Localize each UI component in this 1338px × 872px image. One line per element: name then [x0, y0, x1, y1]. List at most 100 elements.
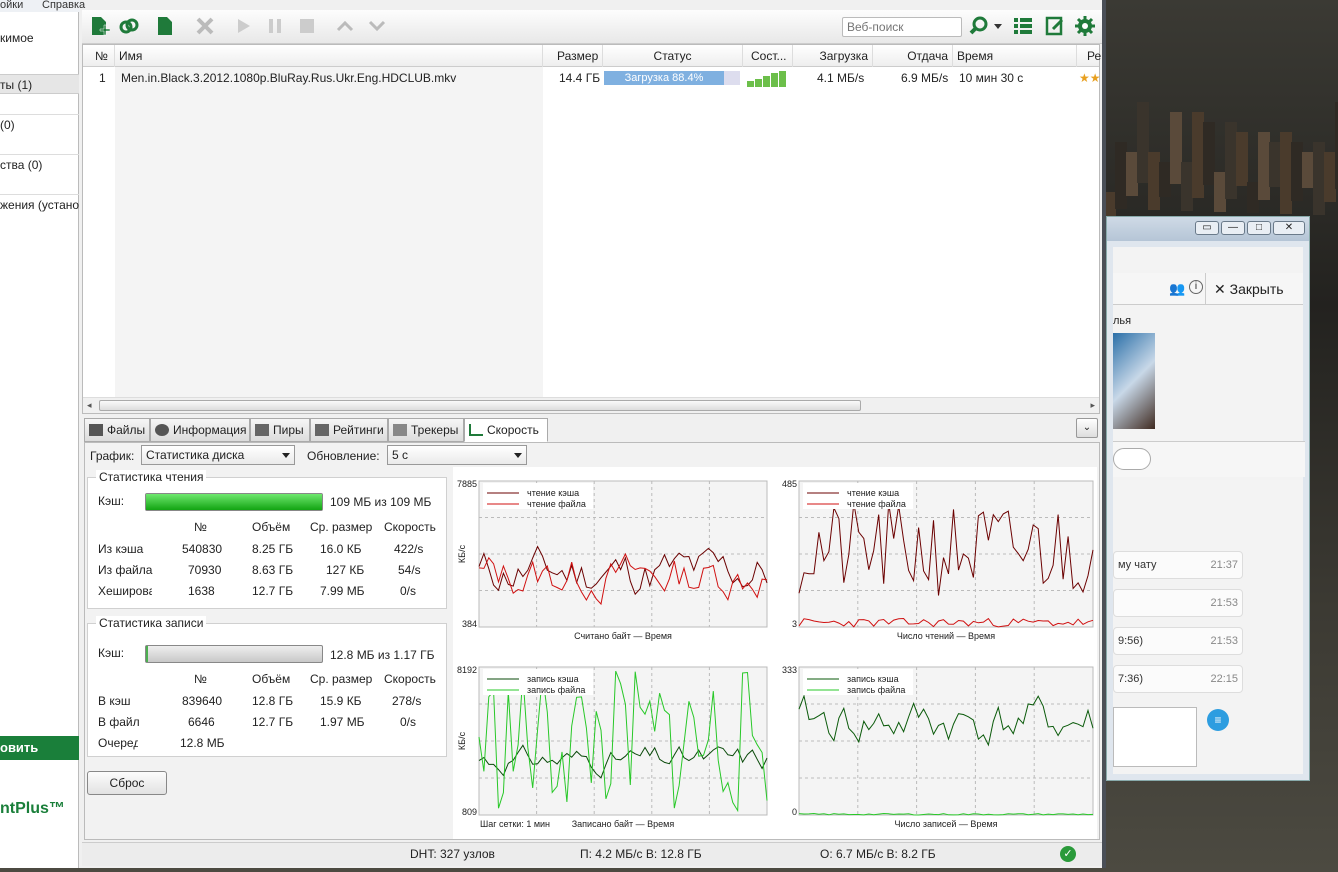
col-upload[interactable]: Отдача: [873, 45, 953, 67]
read-cell: 1638: [188, 584, 215, 598]
y-min-label: 809: [462, 807, 477, 817]
decor-book: [1236, 132, 1248, 186]
move-up-icon[interactable]: [334, 15, 356, 37]
install-button[interactable]: овить: [0, 736, 79, 760]
col-name[interactable]: Имя: [115, 45, 543, 67]
col-size[interactable]: Размер: [543, 45, 603, 67]
row-size: 14.4 ГБ: [559, 71, 601, 85]
tab-peers[interactable]: Пиры: [250, 418, 310, 442]
y-max-label: 485: [782, 479, 797, 489]
x-axis-label: Записано байт — Время: [572, 819, 675, 829]
col-download[interactable]: Загрузка: [793, 45, 873, 67]
chat-message: 7:36) 22:15: [1113, 665, 1243, 693]
write-col: Объём: [252, 672, 291, 686]
send-icon[interactable]: ≡: [1207, 709, 1229, 731]
read-row-label: Хеширование: [98, 584, 152, 598]
read-cell: 7.99 МБ: [320, 584, 365, 598]
write-cell: 6646: [188, 715, 215, 729]
write-cache-bar: [145, 645, 323, 663]
x-axis-label: Число записей — Время: [894, 819, 997, 829]
graph-select[interactable]: Статистика диска: [141, 445, 295, 465]
read-cell: 127 КБ: [326, 563, 365, 577]
move-down-icon[interactable]: [366, 15, 388, 37]
tab-info[interactable]: Информация: [150, 418, 250, 442]
col-time[interactable]: Время: [953, 45, 1077, 67]
statusbar: DHT: 327 узлов П: 4.2 МБ/с В: 12.8 ГБ О:…: [82, 842, 1102, 866]
search-dropdown-icon[interactable]: [994, 24, 1002, 29]
write-row-label: В файл: [98, 715, 140, 729]
signal-icon[interactable]: [1113, 448, 1151, 470]
scroll-right-icon[interactable]: ▸: [1090, 400, 1095, 411]
contacts-icon[interactable]: 👥: [1169, 281, 1185, 297]
info-icon[interactable]: i: [1189, 280, 1203, 294]
create-torrent-icon[interactable]: [154, 15, 176, 37]
col-number[interactable]: №: [83, 45, 115, 67]
chat-input[interactable]: [1113, 707, 1197, 767]
web-search-input[interactable]: [842, 17, 962, 37]
settings-gear-icon[interactable]: [1074, 15, 1096, 37]
horizontal-scrollbar[interactable]: ◂ ▸: [83, 397, 1099, 413]
y-max-label: 8192: [457, 665, 477, 675]
remove-icon[interactable]: [194, 15, 216, 37]
read-cache-fill: [146, 494, 322, 510]
read-col: Ср. размер: [310, 520, 373, 534]
add-torrent-icon[interactable]: [88, 15, 110, 37]
read-stats-group: Статистика чтения Кэш: 109 МБ из 109 МБ …: [87, 470, 447, 609]
scrollbar-thumb[interactable]: [99, 400, 861, 411]
add-link-icon[interactable]: [118, 15, 140, 37]
search-icon[interactable]: [968, 15, 990, 37]
sidebar-item-active[interactable]: ты (1): [0, 74, 79, 94]
update-select[interactable]: 5 с: [387, 445, 527, 465]
pause-icon[interactable]: [264, 15, 286, 37]
tab-speed[interactable]: Скорость: [464, 418, 548, 442]
chat-close-button[interactable]: ✕ Закрыть: [1205, 273, 1303, 305]
menu-settings[interactable]: ойки: [0, 0, 23, 11]
info-icon: [155, 424, 169, 436]
legend-label: запись файла: [527, 685, 585, 695]
read-row-label: Из файла: [98, 563, 153, 577]
restore-icon[interactable]: ▭: [1195, 221, 1219, 235]
collapse-icon[interactable]: ⌄: [1076, 418, 1098, 438]
menu-help[interactable]: Справка: [42, 0, 85, 11]
legend-label: чтение файла: [527, 499, 586, 509]
trackers-icon: [393, 424, 407, 436]
legend-label: чтение файла: [847, 499, 906, 509]
minimize-icon[interactable]: —: [1221, 221, 1245, 235]
chat-window: ▭ — □ ✕ 👥 i ✕ Закрыть лья му чату 21:37 2…: [1106, 216, 1310, 781]
row-upload: 6.9 МБ/s: [901, 71, 949, 85]
stop-icon[interactable]: [296, 15, 318, 37]
sidebar-item[interactable]: кимое: [0, 28, 79, 48]
speed-panel: График: Статистика диска Обновление: 5 с…: [84, 442, 1100, 840]
charts-area: 7885 384 КБ/с Считано байт — Время чтение кэ…: [453, 467, 1097, 839]
remote-icon[interactable]: [1044, 15, 1066, 37]
scroll-left-icon[interactable]: ◂: [87, 400, 92, 411]
sidebar-item[interactable]: жения (устано: [0, 194, 79, 214]
col-status[interactable]: Статус: [603, 45, 743, 67]
tab-trackers[interactable]: Трекеры: [388, 418, 464, 442]
read-col: Скорость: [384, 520, 436, 534]
main-window: ойки Справка кимое ты (1) (0) ства (0) ж…: [0, 0, 1106, 868]
sidebar-item[interactable]: ства (0): [0, 154, 79, 174]
chat-titlebar[interactable]: ▭ — □ ✕: [1107, 217, 1309, 241]
col-rating[interactable]: Рей: [1083, 45, 1101, 67]
col-health[interactable]: Сост...: [743, 45, 793, 67]
status-ok-icon[interactable]: ✓: [1060, 846, 1076, 862]
maximize-icon[interactable]: □: [1247, 221, 1271, 235]
start-icon[interactable]: [232, 15, 254, 37]
chat-close-label: Закрыть: [1229, 281, 1284, 297]
legend-label: запись файла: [847, 685, 905, 695]
row-time: 10 мин 30 с: [959, 71, 1024, 85]
x-axis-label: Считано байт — Время: [574, 631, 672, 641]
sidebar-item[interactable]: (0): [0, 114, 79, 134]
legend-label: чтение кэша: [527, 488, 579, 498]
tab-ratings[interactable]: Рейтинги: [310, 418, 388, 442]
close-icon[interactable]: ✕: [1273, 221, 1305, 235]
reset-button[interactable]: Сброс: [87, 771, 167, 795]
list-view-icon[interactable]: [1012, 15, 1034, 37]
tab-files[interactable]: Файлы: [84, 418, 150, 442]
read-cache-text: 109 МБ из 109 МБ: [330, 495, 432, 509]
peers-icon: [255, 424, 269, 436]
update-label: Обновление:: [307, 449, 380, 463]
read-row-label: Из кэша: [98, 542, 144, 556]
chart-write-bytes: 8192 809 КБ/с Записано байт — Время Шаг сетк…: [453, 653, 771, 839]
